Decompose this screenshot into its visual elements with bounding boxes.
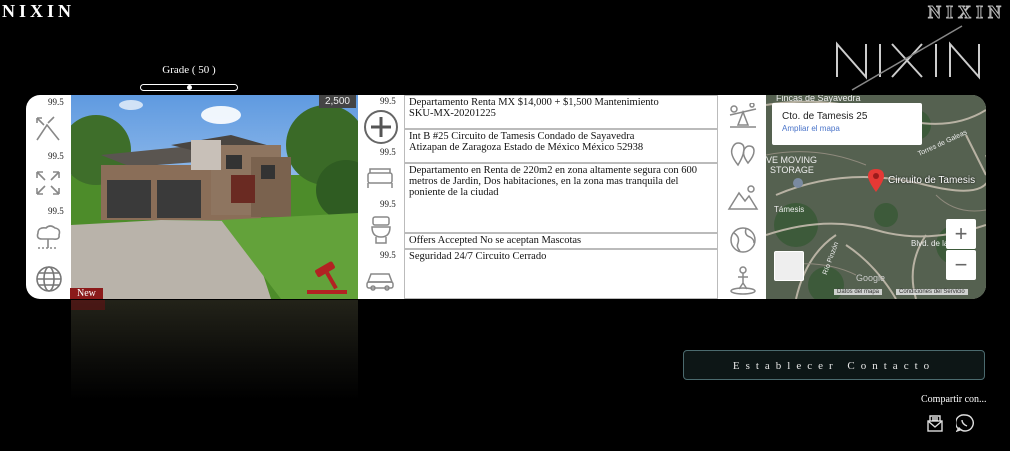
email-share-icon[interactable] (927, 414, 943, 432)
whatsapp-share-icon[interactable] (956, 414, 974, 432)
seesaw-playground-icon[interactable] (728, 103, 758, 129)
map-label: Támesis (774, 205, 805, 214)
listing-card: 99.5 99.5 99.5 2,500 New 99.5 99.5 99.5 … (26, 95, 986, 299)
map-data-attribution[interactable]: Datos del mapa (834, 289, 883, 295)
score-value: 99.5 (380, 96, 396, 106)
score-value: 99.5 (48, 151, 64, 161)
marker-label: Circuito de Tamesis (888, 175, 976, 186)
share-label: Compartir con... (921, 394, 987, 405)
zoom-out-button[interactable]: − (946, 250, 976, 280)
map-label: VE MOVING (766, 155, 818, 165)
listing-summary-row: Departamento Renta MX $14,000 + $1,500 M… (404, 95, 718, 129)
amenity-icons (720, 95, 766, 299)
new-badge: New (70, 288, 103, 299)
location-pins-icon[interactable] (728, 141, 758, 169)
listing-address-row: Int B #25 Circuito de Tamesis Condado de… (404, 129, 718, 163)
score-value: 99.5 (48, 97, 64, 107)
zoom-in-button[interactable]: + (946, 219, 976, 249)
poi-marker-icon[interactable] (792, 177, 804, 189)
map-marker-icon[interactable] (866, 167, 886, 193)
listing-details: Departamento Renta MX $14,000 + $1,500 M… (404, 95, 720, 299)
nixin-emblem-logo (836, 25, 980, 91)
toilet-icon[interactable] (370, 215, 392, 245)
listing-description: Departamento en Renta de 220m2 en zona a… (404, 163, 718, 233)
globe-icon[interactable] (35, 265, 63, 293)
listing-street: Int B #25 Circuito de Tamesis Condado de… (409, 131, 635, 142)
map-terms-link[interactable]: Condiciones del Servicio (896, 289, 968, 295)
grade-label: Grade ( 50 ) (162, 64, 216, 76)
score-value: 99.5 (380, 250, 396, 260)
bed-icon[interactable] (366, 167, 394, 189)
listing-offers: Offers Accepted No se aceptan Mascotas (404, 233, 718, 249)
map-label: Fincas de Sayavedra (776, 95, 861, 103)
listing-type-price: Departamento Renta MX $14,000 + $1,500 M… (409, 97, 659, 108)
score-value: 99.5 (48, 206, 64, 216)
google-logo: Google (856, 273, 886, 283)
add-icon[interactable] (363, 109, 399, 145)
map-label: STORAGE (770, 165, 814, 175)
listing-city: Atizapan de Zaragoza Estado de México Mé… (409, 142, 644, 153)
world-globe-icon[interactable] (728, 225, 758, 255)
new-badge-reflection (71, 300, 105, 310)
score-value: 99.5 (380, 147, 396, 157)
map-label: Blvd. de la (911, 239, 949, 248)
contact-button[interactable]: Establecer Contacto (683, 350, 985, 380)
left-toolbar: 99.5 99.5 99.5 (26, 95, 71, 299)
expand-area-icon[interactable] (34, 169, 62, 197)
score-value: 99.5 (380, 199, 396, 209)
brand-logo-right: NIXIN (927, 2, 1006, 23)
grade-slider[interactable] (140, 84, 238, 91)
feature-icons: 99.5 99.5 99.5 99.5 (358, 95, 404, 299)
location-map[interactable]: Fincas de Sayavedra Torres de Galeas VE … (766, 95, 986, 299)
map-info-card: Cto. de Tamesis 25 Ampliar el mapa (772, 103, 922, 145)
listing-security: Seguridad 24/7 Circuito Cerrado (404, 249, 718, 299)
car-parking-icon[interactable] (365, 269, 395, 291)
land-area-icon[interactable] (34, 115, 62, 143)
mountain-landscape-icon[interactable] (727, 183, 759, 211)
listing-sku: SKU-MX-20201225 (409, 108, 496, 119)
tree-garden-icon[interactable] (34, 223, 62, 251)
grade-slider-thumb[interactable] (187, 85, 192, 90)
brand-logo-left: NIXIN (2, 1, 76, 21)
photo-reflection (71, 300, 358, 400)
map-type-toggle[interactable] (774, 251, 804, 281)
price-tag: 2,500 (318, 95, 356, 108)
person-viewpoint-icon[interactable] (729, 265, 757, 295)
property-photo[interactable]: 2,500 (71, 95, 358, 299)
enlarge-map-link[interactable]: Ampliar el mapa (782, 124, 922, 133)
house-image (71, 100, 358, 299)
map-place-title: Cto. de Tamesis 25 (782, 111, 868, 122)
